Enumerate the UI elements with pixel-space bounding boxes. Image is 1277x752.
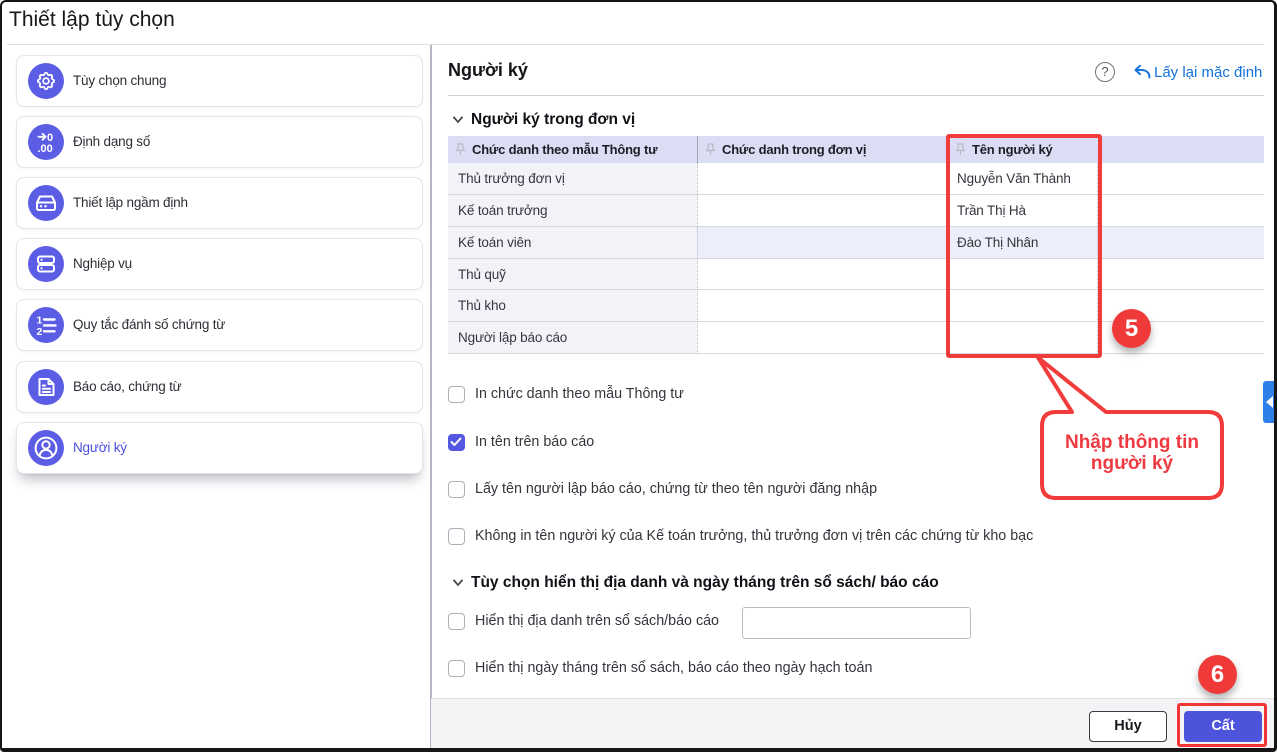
svg-text:1: 1 [37, 315, 43, 327]
svg-text:.00: .00 [38, 143, 53, 155]
svg-text:2: 2 [37, 326, 43, 338]
